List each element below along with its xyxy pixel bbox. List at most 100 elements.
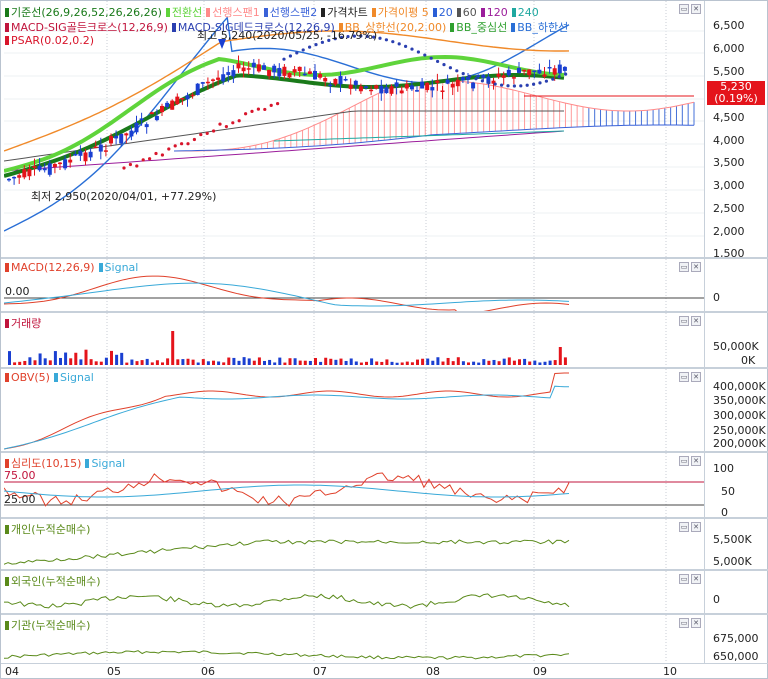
- candle-body: [119, 133, 124, 144]
- volume-bar: [99, 361, 103, 365]
- legend-item[interactable]: 60: [456, 4, 477, 20]
- volume-bar: [380, 361, 384, 365]
- candle-body: [552, 68, 557, 75]
- individual-line: [4, 539, 570, 565]
- close-icon[interactable]: ✕: [691, 372, 701, 382]
- psar-dot: [199, 132, 203, 137]
- individual-legend: 개인(누적순매수): [5, 521, 90, 537]
- psar-dot: [429, 56, 433, 60]
- volume-bar: [232, 357, 236, 365]
- legend-item[interactable]: 거래량: [5, 315, 41, 331]
- volume-panel[interactable]: 거래량 ▭ ✕ 50,000K 0K: [1, 313, 768, 369]
- close-icon[interactable]: ✕: [691, 618, 701, 628]
- legend-item[interactable]: 기준선(26,9,26,52,26,26,26): [5, 4, 162, 20]
- legend-swatch: [432, 7, 437, 17]
- maximize-icon[interactable]: ▭: [679, 316, 689, 326]
- institution-panel[interactable]: 기관(누적순매수) ▭ ✕ 675,000 650,000: [1, 615, 768, 664]
- price-panel[interactable]: 기준선(26,9,26,52,26,26,26) 전환선 선행스팬1 선행스팬2 가격차…: [1, 1, 768, 259]
- legend-item[interactable]: MACD(12,26,9): [5, 261, 95, 274]
- legend-label: 심리도(10,15): [11, 457, 82, 470]
- legend-item[interactable]: PSAR(0.02,0.2): [5, 34, 94, 47]
- candle-body: [175, 96, 180, 105]
- legend-item[interactable]: 전환선: [165, 4, 202, 20]
- maximize-icon[interactable]: ▭: [679, 522, 689, 532]
- maximize-icon[interactable]: ▭: [679, 372, 689, 382]
- volume-plot[interactable]: [4, 313, 704, 367]
- macd-line: [4, 275, 570, 311]
- candle-body: [272, 65, 277, 73]
- legend-item[interactable]: 외국인(누적순매수): [5, 573, 101, 589]
- legend-item[interactable]: 심리도(10,15): [5, 455, 81, 471]
- foreign-panel[interactable]: 외국인(누적순매수) ▭ ✕ 0: [1, 571, 768, 615]
- candle-body: [547, 66, 552, 69]
- month-tick: 10: [663, 665, 677, 678]
- psar-dot: [487, 81, 491, 85]
- legend-item[interactable]: MACD-SIG골든크로스(12,26,9): [5, 19, 168, 35]
- psar-dot: [480, 79, 484, 83]
- legend-item[interactable]: 가격이평 5: [371, 4, 429, 20]
- individual-plot[interactable]: [4, 519, 704, 569]
- legend-item[interactable]: 기관(누적순매수): [5, 617, 90, 633]
- candle-body: [379, 85, 384, 94]
- close-icon[interactable]: ✕: [691, 262, 701, 272]
- maximize-icon[interactable]: ▭: [679, 4, 689, 14]
- legend-label: 외국인(누적순매수): [11, 575, 101, 588]
- close-icon[interactable]: ✕: [691, 4, 701, 14]
- volume-bar: [140, 360, 144, 365]
- candle-body: [358, 86, 363, 92]
- volume-bar: [482, 359, 486, 365]
- legend-item[interactable]: OBV(5): [5, 371, 50, 384]
- volume-tick: 0K: [741, 354, 756, 367]
- legend-item[interactable]: Signal: [98, 261, 138, 274]
- legend-label: 20: [438, 5, 453, 19]
- candle-body: [522, 69, 527, 72]
- legend-item[interactable]: 선행스팬1: [206, 4, 260, 20]
- legend-item[interactable]: 20: [432, 4, 453, 20]
- maximize-icon[interactable]: ▭: [679, 456, 689, 466]
- legend-item[interactable]: 선행스팬2: [263, 4, 317, 20]
- legend-item[interactable]: 가격차트: [321, 4, 368, 20]
- legend-item[interactable]: MACD-SIG데드크로스(12,26,9): [171, 19, 335, 35]
- legend-item[interactable]: Signal: [53, 371, 94, 384]
- psar-dot: [512, 84, 516, 88]
- macd-panel[interactable]: MACD(12,26,9) Signal 0.00 ▭ ✕ 0: [1, 259, 768, 313]
- volume-bar: [28, 357, 32, 365]
- psar-dot: [186, 142, 190, 146]
- candle-body: [93, 146, 98, 149]
- maximize-icon[interactable]: ▭: [679, 574, 689, 584]
- legend-item[interactable]: BB_하한선: [511, 19, 568, 35]
- volume-bar: [548, 360, 552, 365]
- volume-bar: [161, 362, 164, 365]
- institution-plot[interactable]: [4, 615, 704, 663]
- psar-dot: [167, 147, 171, 151]
- close-icon[interactable]: ✕: [691, 522, 701, 532]
- candle-body: [170, 100, 175, 110]
- institution-y-axis: 675,000 650,000: [704, 615, 768, 663]
- foreign-plot[interactable]: [4, 571, 704, 613]
- legend-swatch: [5, 22, 9, 32]
- individual-panel[interactable]: 개인(누적순매수) ▭ ✕ 5,500K 5,000K: [1, 519, 768, 571]
- candle-body: [12, 176, 17, 179]
- legend-item[interactable]: 개인(누적순매수): [5, 521, 90, 537]
- close-icon[interactable]: ✕: [691, 316, 701, 326]
- institution-panel-buttons: ▭ ✕: [679, 618, 701, 628]
- obv-panel[interactable]: OBV(5) Signal ▭ ✕ 400,000K 350,000K 300,0…: [1, 369, 768, 453]
- foreign-tick: 0: [713, 593, 720, 606]
- legend-label: 기준선(26,9,26,52,26,26,26): [11, 6, 162, 19]
- candle-body: [78, 150, 83, 156]
- maximize-icon[interactable]: ▭: [679, 618, 689, 628]
- legend-item[interactable]: 120: [480, 4, 508, 20]
- legend-item[interactable]: Signal: [85, 455, 125, 471]
- close-icon[interactable]: ✕: [691, 456, 701, 466]
- legend-item[interactable]: 240: [511, 4, 539, 20]
- legend-item[interactable]: BB_상한선(20,2.00): [338, 19, 446, 35]
- legend-label: 거래량: [11, 317, 42, 330]
- obv-plot[interactable]: [4, 369, 704, 451]
- psychology-panel[interactable]: 심리도(10,15) Signal 75.00 25.00 ▭ ✕ 100 50 …: [1, 453, 768, 519]
- volume-bar: [115, 354, 119, 365]
- month-tick: 08: [426, 665, 440, 678]
- maximize-icon[interactable]: ▭: [679, 262, 689, 272]
- close-icon[interactable]: ✕: [691, 574, 701, 584]
- psar-dot: [468, 74, 472, 78]
- legend-item[interactable]: BB_중심선: [450, 19, 507, 35]
